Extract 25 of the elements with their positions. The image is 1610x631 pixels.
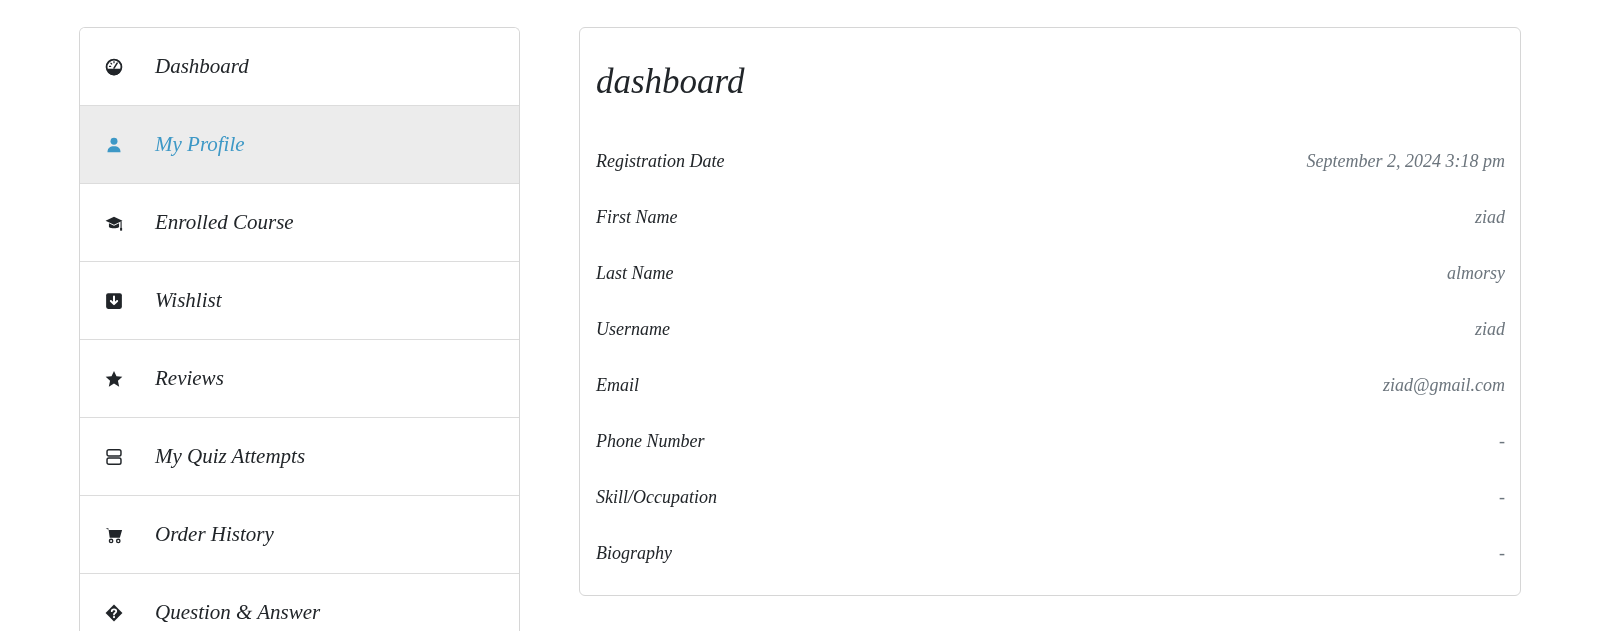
field-label: Username — [596, 318, 670, 340]
field-value: ziad@gmail.com — [1382, 374, 1505, 396]
field-label: Registration Date — [596, 150, 725, 172]
field-label: Last Name — [596, 262, 674, 284]
star-icon — [105, 369, 123, 388]
field-value: - — [1499, 430, 1505, 452]
field-label: Email — [596, 374, 639, 396]
arrow-down-square-icon — [105, 291, 123, 310]
panel-title: dashboard — [596, 62, 746, 102]
field-value: ziad — [1475, 206, 1505, 228]
sidebar-item[interactable]: Dashboard — [80, 28, 519, 106]
field-label: Skill/Occupation — [596, 486, 717, 508]
person-icon — [105, 135, 123, 154]
cart-icon — [105, 525, 123, 544]
field-label: Biography — [596, 542, 672, 564]
stacked-rectangles-icon — [105, 447, 123, 466]
field-value: almorsy — [1447, 262, 1505, 284]
field-value: - — [1499, 542, 1505, 564]
field-label: Phone Number — [596, 430, 705, 452]
field-value: ziad — [1475, 318, 1505, 340]
field-value: - — [1499, 486, 1505, 508]
field-value: September 2, 2024 3:18 pm — [1306, 150, 1505, 172]
gauge-icon — [105, 57, 123, 76]
question-diamond-icon — [105, 603, 123, 622]
field-label: First Name — [596, 206, 678, 228]
